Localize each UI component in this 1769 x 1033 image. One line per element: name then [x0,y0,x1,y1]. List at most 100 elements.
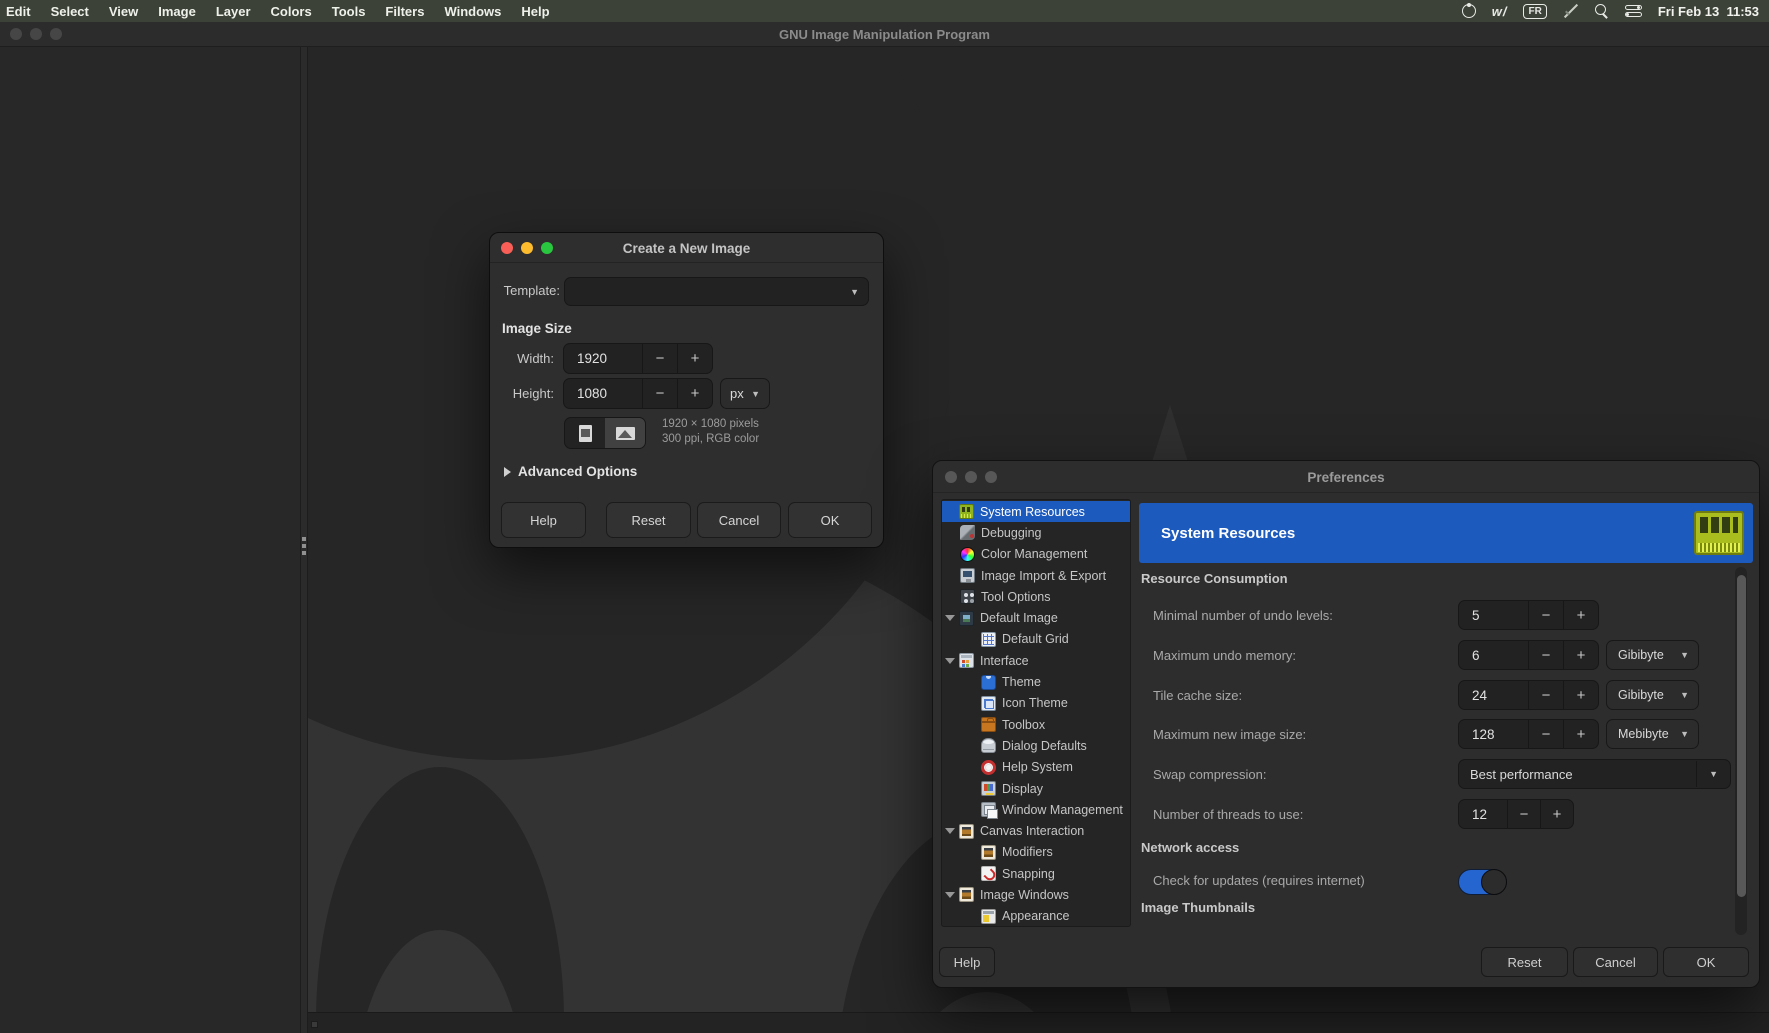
increment-button[interactable]: + [1563,681,1598,709]
sidebar-item-help-system[interactable]: Help System [942,757,1130,778]
menu-view[interactable]: View [99,0,148,22]
sidebar-item-display[interactable]: Display [942,778,1130,799]
wacom-logo[interactable]: w/ [1492,4,1508,19]
menubar-clock[interactable]: Fri Feb 13 11:53 [1658,4,1759,19]
sidebar-item-default-image[interactable]: Default Image [942,607,1130,628]
ok-button[interactable]: OK [1663,947,1749,977]
max-image-size-unit-dropdown[interactable]: Mebibyte ▼ [1606,719,1699,749]
sidebar-item-appearance[interactable]: Appearance [942,906,1130,927]
sidebar-item-snapping[interactable]: Snapping [942,863,1130,884]
increment-button[interactable]: + [1540,800,1573,828]
expander-icon[interactable] [945,828,955,834]
portrait-orientation-button[interactable] [565,418,605,448]
max-image-size-label: Maximum new image size: [1153,727,1306,742]
increment-button[interactable]: + [1563,720,1598,748]
sidebar-item-debugging[interactable]: Debugging [942,522,1130,543]
undo-memory-unit-dropdown[interactable]: Gibibyte ▼ [1606,640,1699,670]
sidebar-item-modifiers[interactable]: Modifiers [942,842,1130,863]
reset-button[interactable]: Reset [606,502,691,538]
power-ring-icon[interactable] [1462,4,1476,18]
unit-dropdown[interactable]: px ▼ [720,378,770,409]
width-value[interactable]: 1920 [564,344,642,373]
tile-cache-value[interactable]: 24 [1459,681,1528,709]
sidebar-item-tool-options[interactable]: Tool Options [942,586,1130,607]
pen-slash-icon[interactable] [1563,3,1579,19]
cancel-button[interactable]: Cancel [1573,947,1658,977]
menu-colors[interactable]: Colors [261,0,322,22]
scrollbar-track[interactable] [1735,567,1747,935]
advanced-options-expander[interactable]: Advanced Options [504,464,637,479]
check-updates-toggle[interactable] [1458,869,1507,895]
undo-levels-value[interactable]: 5 [1459,601,1528,629]
decrement-button[interactable]: − [1528,601,1563,629]
sidebar-item-dialog-defaults[interactable]: Dialog Defaults [942,735,1130,756]
width-increment-button[interactable]: + [677,344,712,373]
menu-tools[interactable]: Tools [322,0,376,22]
threads-stepper: 12 − + [1458,799,1574,829]
expander-icon[interactable] [945,658,955,664]
menu-select[interactable]: Select [41,0,99,22]
height-increment-button[interactable]: + [677,379,712,408]
sidebar-item-window-management[interactable]: Window Management [942,799,1130,820]
control-center-icon[interactable] [1625,5,1642,17]
help-button[interactable]: Help [501,502,586,538]
undo-memory-value[interactable]: 6 [1459,641,1528,669]
decrement-button[interactable]: − [1528,641,1563,669]
height-value[interactable]: 1080 [564,379,642,408]
increment-button[interactable]: + [1563,641,1598,669]
chevron-down-icon: ▼ [850,287,868,297]
chevron-down-icon: ▼ [1680,729,1698,739]
canvas-corner-button[interactable] [311,1021,318,1028]
display-icon [981,781,996,796]
input-source-badge[interactable]: FR [1523,4,1546,19]
help-button[interactable]: Help [939,947,995,977]
portrait-icon [579,425,592,442]
unit-value: Mebibyte [1607,727,1680,741]
cancel-button[interactable]: Cancel [697,502,781,538]
search-icon[interactable] [1595,4,1609,18]
sidebar-item-color-management[interactable]: Color Management [942,544,1130,565]
menu-layer[interactable]: Layer [206,0,261,22]
height-decrement-button[interactable]: − [642,379,677,408]
status-cluster: w/ FR Fri Feb 13 11:53 [1462,0,1769,22]
undo-levels-label: Minimal number of undo levels: [1153,608,1333,623]
sidebar-item-default-grid[interactable]: Default Grid [942,629,1130,650]
width-decrement-button[interactable]: − [642,344,677,373]
menu-filters[interactable]: Filters [375,0,434,22]
menu-windows[interactable]: Windows [434,0,511,22]
tile-cache-stepper: 24 − + [1458,680,1599,710]
sidebar-item-image-windows[interactable]: Image Windows [942,884,1130,905]
increment-button[interactable]: + [1563,601,1598,629]
sidebar-item-canvas-interaction[interactable]: Canvas Interaction [942,820,1130,841]
sidebar-item-toolbox[interactable]: Toolbox [942,714,1130,735]
decrement-button[interactable]: − [1528,681,1563,709]
expander-icon[interactable] [945,615,955,621]
reset-button[interactable]: Reset [1481,947,1568,977]
menu-help[interactable]: Help [511,0,559,22]
template-dropdown[interactable]: ▼ [564,277,869,306]
default-image-icon [959,611,974,626]
sidebar-item-interface[interactable]: Interface [942,650,1130,671]
sidebar-item-image-import-export[interactable]: Image Import & Export [942,565,1130,586]
scrollbar-thumb[interactable] [1737,575,1746,897]
icon-theme-icon [981,696,996,711]
tile-cache-unit-dropdown[interactable]: Gibibyte ▼ [1606,680,1699,710]
sidebar-item-theme[interactable]: Theme [942,671,1130,692]
expander-icon[interactable] [945,892,955,898]
decrement-button[interactable]: − [1528,720,1563,748]
decrement-button[interactable]: − [1507,800,1540,828]
max-image-size-value[interactable]: 128 [1459,720,1528,748]
threads-label: Number of threads to use: [1153,807,1303,822]
section-network-access: Network access [1141,840,1239,855]
window-title: Preferences [933,470,1759,485]
sidebar-item-icon-theme[interactable]: Icon Theme [942,693,1130,714]
ok-button[interactable]: OK [788,502,872,538]
menu-image[interactable]: Image [148,0,206,22]
divider-grip-icon[interactable] [302,537,306,555]
sidebar-item-system-resources[interactable]: System Resources [942,501,1130,522]
threads-value[interactable]: 12 [1459,800,1507,828]
swap-compression-dropdown[interactable]: Best performance ▼ [1458,759,1731,789]
menu-edit[interactable]: Edit [0,0,41,22]
grid-icon [981,632,996,647]
landscape-orientation-button[interactable] [605,418,645,448]
